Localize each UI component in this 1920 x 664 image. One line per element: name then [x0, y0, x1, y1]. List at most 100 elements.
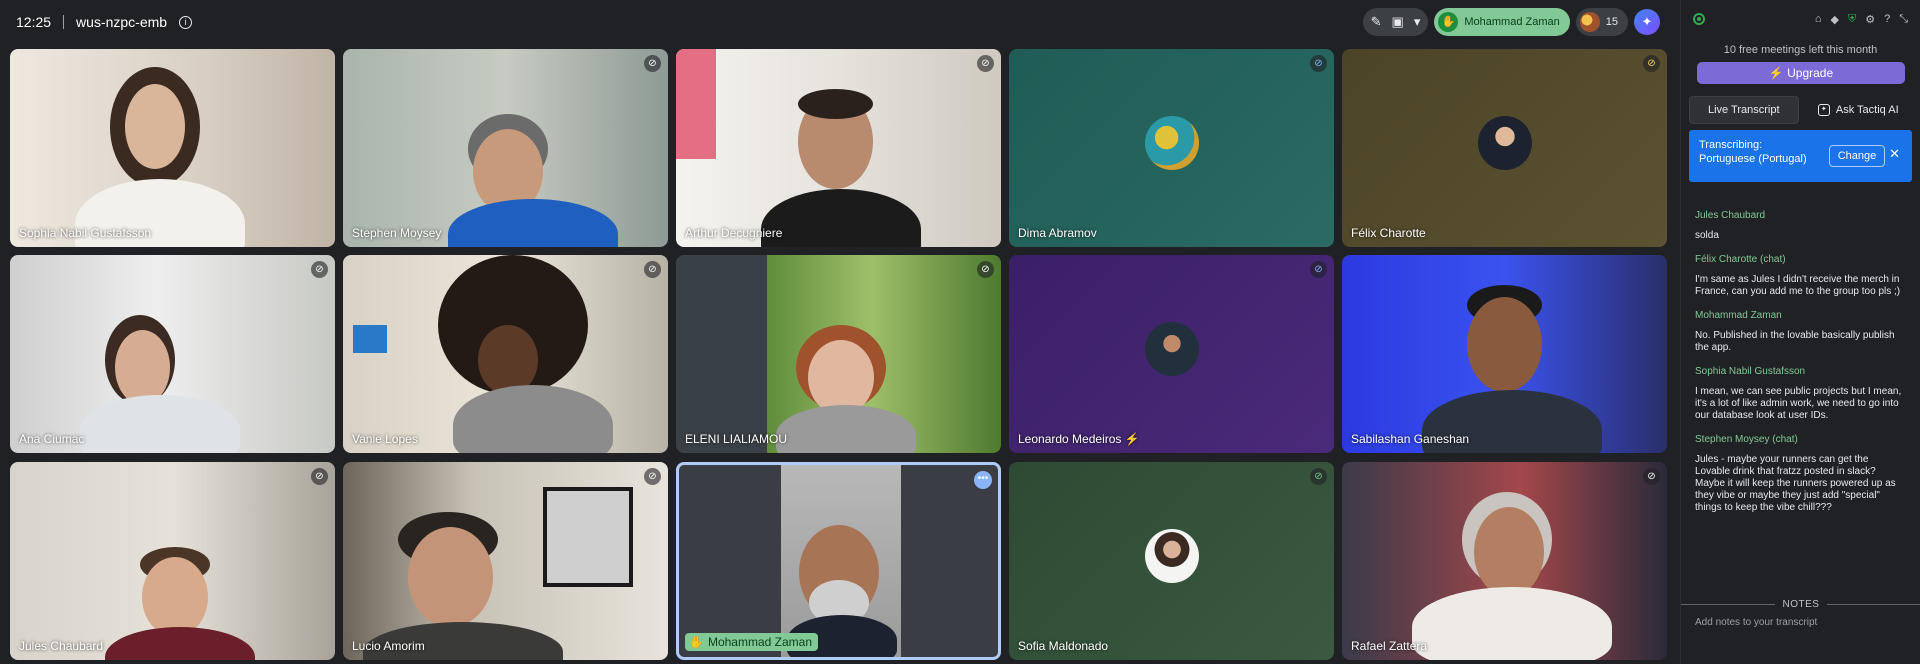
participant-face	[115, 330, 170, 405]
toolbar-group: ✎ ▣ ▾	[1362, 8, 1429, 36]
tab-live-transcript[interactable]: Live Transcript	[1689, 96, 1799, 124]
change-language-button[interactable]: Change	[1829, 145, 1885, 167]
participant-face	[125, 84, 185, 169]
participant-name: Ana Ciumac	[19, 432, 85, 446]
notes-divider: NOTES	[1681, 599, 1920, 610]
participant-name: Sophia Nabil Gustafsson	[19, 226, 152, 240]
ai-wand-icon[interactable]: ✦	[1634, 9, 1660, 35]
participant-body	[453, 385, 613, 453]
chevron-down-icon[interactable]: ▾	[1414, 14, 1421, 30]
video-tile[interactable]: ⊘ Leonardo Medeiros ⚡	[1009, 255, 1334, 453]
ai-chat-icon: ✦	[1817, 104, 1830, 116]
participant-count: 15	[1605, 16, 1618, 28]
video-tile[interactable]: ⊘ Stephen Moysey	[343, 49, 668, 247]
tab-ask-ai-label: Ask Tactiq AI	[1835, 104, 1899, 116]
home-icon[interactable]: ⌂	[1815, 13, 1822, 26]
participant-avatar	[1144, 116, 1199, 170]
transcript-text: solda	[1695, 230, 1719, 241]
current-user-pill[interactable]: ✋ Mohammad Zaman	[1434, 8, 1570, 36]
video-tile[interactable]: ⊘ Dima Abramov	[1009, 49, 1334, 247]
mic-off-icon: ⊘	[977, 261, 994, 278]
window-decor	[676, 49, 716, 159]
transcript-entry: Mohammad Zaman No. Published in the lova…	[1695, 310, 1906, 354]
speaker-name: Mohammad Zaman	[1695, 310, 1782, 321]
video-tile[interactable]: ⊘ Sofia Maldonado	[1009, 462, 1334, 660]
participant-name: Vanie Lopes	[352, 432, 418, 446]
video-tile[interactable]: ⊘ Félix Charotte	[1342, 49, 1667, 247]
notes-input[interactable]: Add notes to your transcript	[1695, 617, 1817, 628]
mic-off-icon: ⊘	[1643, 55, 1660, 72]
video-tile[interactable]: ⊘ Rafael Zattera	[1342, 462, 1667, 660]
video-tile[interactable]: ⊘ Jules Chaubard	[10, 462, 335, 660]
close-icon[interactable]: ✕	[1889, 146, 1900, 162]
participant-name: Mohammad Zaman	[707, 635, 812, 649]
speaker-name: Sophia Nabil Gustafsson	[1695, 366, 1806, 377]
transcript-panel: ⌂ ◆ ⛨ ⚙ ? ⤡ 10 free meetings left this m…	[1680, 0, 1920, 664]
speaker-name: Jules Chaubard	[1695, 210, 1766, 221]
participant-name: Leonardo Medeiros ⚡	[1018, 432, 1140, 446]
speaker-name: Félix Charotte (chat)	[1695, 254, 1786, 265]
clock: 12:25	[16, 14, 52, 30]
participant-avatar	[1477, 116, 1532, 170]
shield-icon[interactable]: ⛨	[1848, 13, 1856, 26]
participant-name: Stephen Moysey	[352, 226, 442, 240]
top-right-controls: ✎ ▣ ▾ ✋ Mohammad Zaman 15 ✦	[1362, 8, 1660, 36]
tab-live-transcript-label: Live Transcript	[1707, 104, 1780, 116]
participants-avatars	[1579, 12, 1600, 32]
eraser-icon[interactable]: ◆	[1830, 13, 1838, 26]
free-meetings-note: 10 free meetings left this month	[1723, 44, 1878, 56]
gear-icon[interactable]: ⚙	[1865, 13, 1875, 26]
hand-icon: ✋	[689, 635, 704, 649]
banner-language: Portuguese (Portugal)	[1699, 153, 1807, 165]
self-name-pill: ✋ Mohammad Zaman	[685, 633, 818, 651]
video-tile[interactable]: ⊘ Vanie Lopes	[343, 255, 668, 453]
participant-body	[776, 405, 916, 453]
participants-button[interactable]: 15	[1575, 8, 1628, 36]
participant-name: Jules Chaubard	[19, 639, 104, 653]
more-options-icon[interactable]: •••	[974, 471, 992, 489]
panel-header: ⌂ ◆ ⛨ ⚙ ? ⤡	[1681, 0, 1920, 38]
transcript-text: I mean, we can see public projects but I…	[1695, 386, 1902, 421]
video-tile[interactable]: ⊘ Arthur Decugniere	[676, 49, 1001, 247]
video-tile[interactable]: Sophia Nabil Gustafsson	[10, 49, 335, 247]
participant-face	[408, 527, 493, 627]
collapse-icon[interactable]: ⤡	[1899, 13, 1908, 26]
divider	[63, 15, 65, 29]
mic-off-icon: ⊘	[1643, 468, 1660, 485]
info-icon[interactable]: i	[179, 15, 193, 29]
participant-name: Félix Charotte	[1351, 226, 1426, 240]
upgrade-button[interactable]: ⚡ Upgrade	[1697, 62, 1905, 84]
video-tile[interactable]: ⊘ ELENI LIALIAMOU	[676, 255, 1001, 453]
divider-line	[1681, 604, 1775, 605]
panel-tabs: Live Transcript ✦ Ask Tactiq AI	[1689, 96, 1912, 124]
video-tile[interactable]: ⊘ Ana Ciumac	[10, 255, 335, 453]
transcript-text: Jules - maybe your runners can get the L…	[1695, 454, 1896, 513]
recording-indicator-icon	[1693, 13, 1705, 25]
banner-title: Transcribing:	[1699, 139, 1763, 151]
help-icon[interactable]: ?	[1884, 13, 1890, 26]
banner-text: Transcribing: Portuguese (Portugal)	[1699, 138, 1814, 166]
video-tile[interactable]: ⊘ Lucio Amorim	[343, 462, 668, 660]
participant-name: Dima Abramov	[1018, 226, 1097, 240]
camera-off-icon[interactable]: ▣	[1392, 14, 1404, 30]
video-tile[interactable]: Sabilashan Ganeshan	[1342, 255, 1667, 453]
video-tile-self[interactable]: ••• ✋ Mohammad Zaman	[676, 462, 1001, 660]
participant-name: ELENI LIALIAMOU	[685, 432, 788, 446]
mic-off-icon: ⊘	[1310, 468, 1327, 485]
tab-ask-ai[interactable]: ✦ Ask Tactiq AI	[1805, 96, 1913, 124]
participant-hair	[798, 89, 873, 119]
wall-picture	[543, 487, 633, 587]
screen-decor	[353, 325, 387, 353]
transcript-entry: Félix Charotte (chat) I'm same as Jules …	[1695, 254, 1906, 298]
edit-off-icon[interactable]: ✎	[1371, 14, 1382, 30]
mic-off-icon: ⊘	[977, 55, 994, 72]
participant-avatar	[1144, 322, 1199, 376]
mic-off-icon: ⊘	[311, 261, 328, 278]
hand-icon: ✋	[1438, 12, 1459, 32]
mic-off-icon: ⊘	[1310, 261, 1327, 278]
mic-off-icon: ⊘	[644, 468, 661, 485]
participant-name: Lucio Amorim	[352, 639, 425, 653]
participant-body	[761, 189, 921, 247]
mic-off-icon: ⊘	[311, 468, 328, 485]
transcript-entry: Jules Chaubard solda	[1695, 210, 1906, 242]
